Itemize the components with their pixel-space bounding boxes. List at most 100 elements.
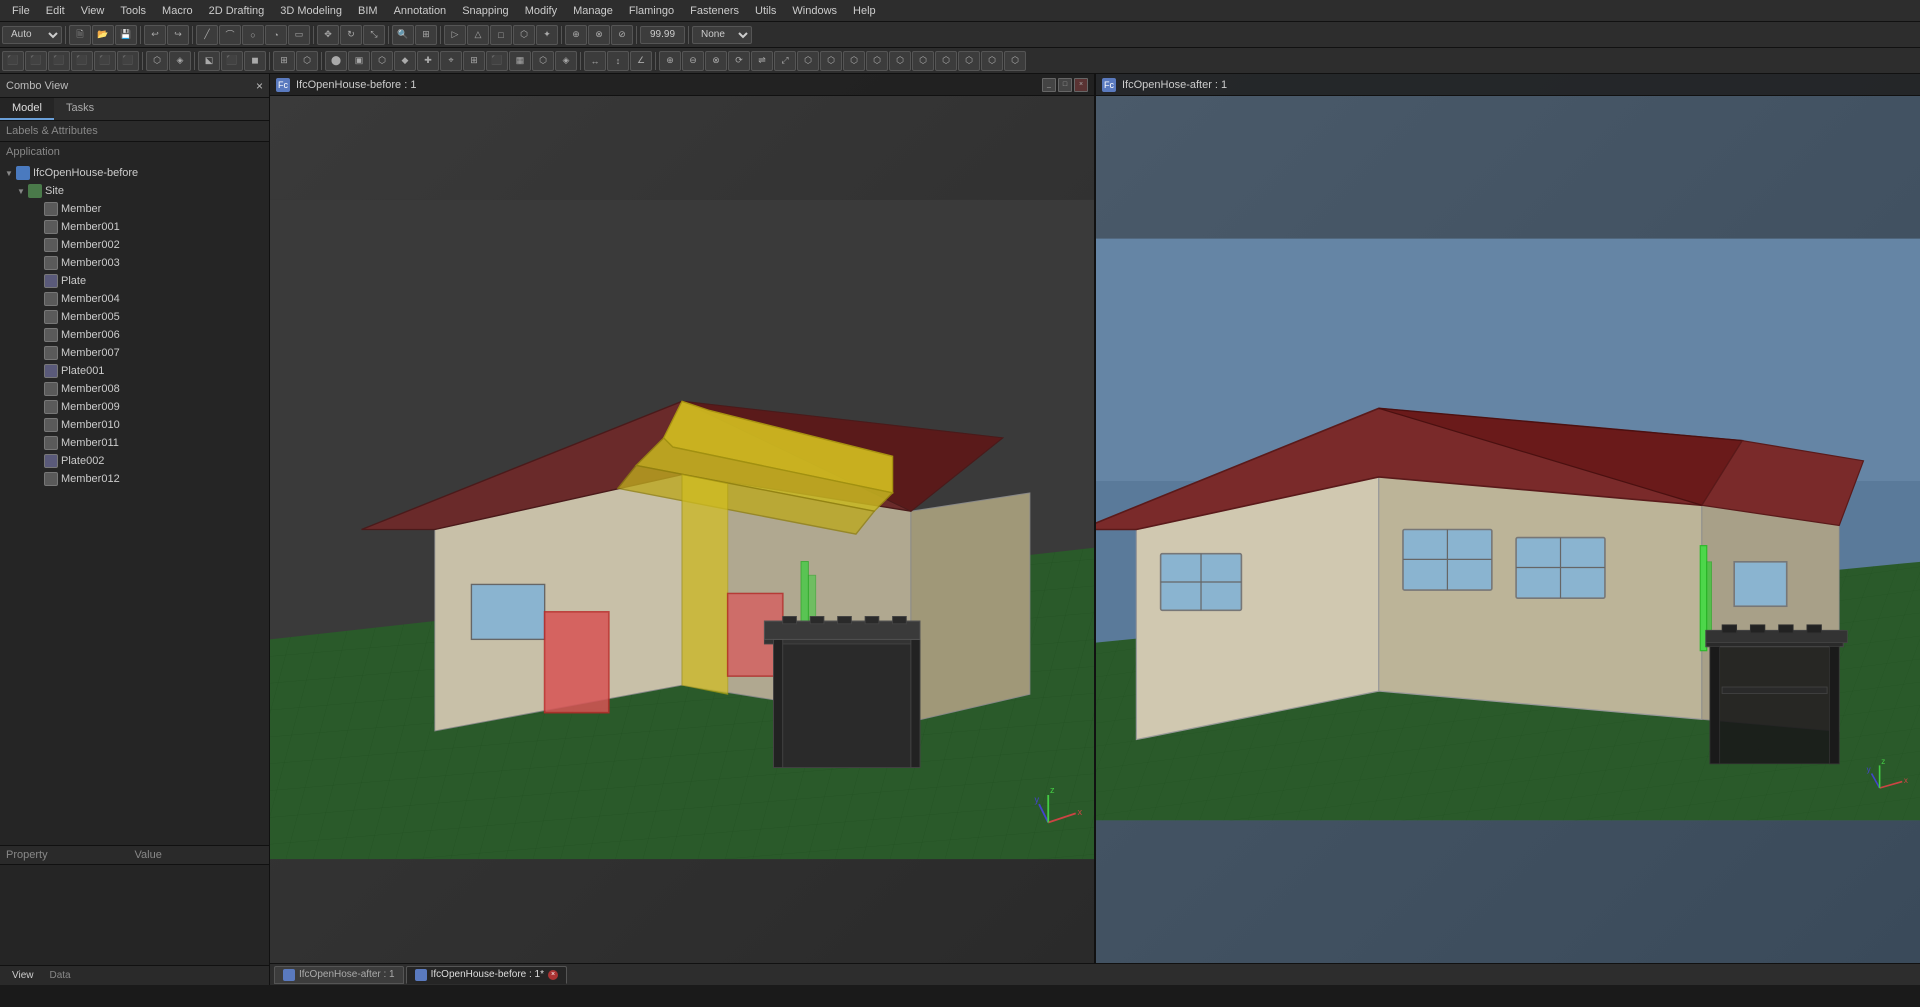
tree-plate002[interactable]: Plate002 [0,452,269,470]
viewport-left-close[interactable]: × [1074,78,1088,92]
select-all[interactable]: ⬡ [296,51,318,71]
view-tab[interactable]: View [4,968,42,983]
menu-manage[interactable]: Manage [565,3,621,19]
tab-close-before[interactable]: × [548,970,558,980]
tree-member009[interactable]: Member009 [0,398,269,416]
draw-btn1[interactable]: ⬤ [325,51,347,71]
tree-member007[interactable]: Member007 [0,344,269,362]
scale-btn[interactable]: ⤡ [363,25,385,45]
view-top[interactable]: ⬛ [48,51,70,71]
snap3[interactable]: ⊘ [611,25,633,45]
menu-bim[interactable]: BIM [350,3,386,19]
menu-3dmodeling[interactable]: 3D Modeling [272,3,350,19]
iso-view[interactable]: ⬡ [146,51,168,71]
draw-btn8[interactable]: ⬛ [486,51,508,71]
mod2[interactable]: ⊖ [682,51,704,71]
mod10[interactable]: ⬡ [866,51,888,71]
tool5[interactable]: ✦ [536,25,558,45]
tree-member[interactable]: Member [0,200,269,218]
tree-plate001[interactable]: Plate001 [0,362,269,380]
viewport-right[interactable]: Fc IfcOpenHose-after : 1 [1096,74,1920,963]
redo-btn[interactable]: ↪ [167,25,189,45]
zoom-btn[interactable]: 🔍 [392,25,414,45]
mod13[interactable]: ⬡ [935,51,957,71]
tree-member003[interactable]: Member003 [0,254,269,272]
view-right[interactable]: ⬛ [117,51,139,71]
draw-btn2[interactable]: ▣ [348,51,370,71]
save-btn[interactable]: 💾 [115,25,137,45]
house-left-scene[interactable]: x y z [270,96,1094,963]
draw-btn4[interactable]: ◆ [394,51,416,71]
tree-plate[interactable]: Plate [0,272,269,290]
menu-file[interactable]: File [4,3,38,19]
menu-macro[interactable]: Macro [154,3,201,19]
menu-fasteners[interactable]: Fasteners [682,3,747,19]
view-back[interactable]: ⬛ [25,51,47,71]
workbench-selector[interactable]: Auto [2,26,62,44]
mod5[interactable]: ⇌ [751,51,773,71]
view-bottom[interactable]: ⬛ [71,51,93,71]
tool2[interactable]: △ [467,25,489,45]
open-btn[interactable]: 📂 [92,25,114,45]
tree-member010[interactable]: Member010 [0,416,269,434]
tab-ifc-before[interactable]: IfcOpenHouse-before : 1* × [406,966,567,984]
measure2[interactable]: ↕ [607,51,629,71]
mod3[interactable]: ⊗ [705,51,727,71]
mod4[interactable]: ⟳ [728,51,750,71]
zoom-value[interactable] [640,26,685,44]
menu-edit[interactable]: Edit [38,3,73,19]
menu-2ddrafting[interactable]: 2D Drafting [201,3,273,19]
zoom-all[interactable]: ⊞ [273,51,295,71]
snap2[interactable]: ⊗ [588,25,610,45]
draw-btn7[interactable]: ⊞ [463,51,485,71]
menu-tools[interactable]: Tools [112,3,154,19]
draw-btn11[interactable]: ◈ [555,51,577,71]
draw-btn9[interactable]: ▦ [509,51,531,71]
mod14[interactable]: ⬡ [958,51,980,71]
polyline-btn[interactable]: ⌒ [219,25,241,45]
mod6[interactable]: ⤢ [774,51,796,71]
tree-member011[interactable]: Member011 [0,434,269,452]
tab-model[interactable]: Model [0,98,54,120]
rect-btn[interactable]: ▭ [288,25,310,45]
new-btn[interactable]: 🗎 [69,25,91,45]
menu-help[interactable]: Help [845,3,884,19]
tree-member006[interactable]: Member006 [0,326,269,344]
menu-flamingo[interactable]: Flamingo [621,3,682,19]
draw-btn3[interactable]: ⬡ [371,51,393,71]
mod1[interactable]: ⊕ [659,51,681,71]
move-btn[interactable]: ✥ [317,25,339,45]
view-front[interactable]: ⬛ [2,51,24,71]
snap1[interactable]: ⊕ [565,25,587,45]
tool1[interactable]: ▷ [444,25,466,45]
mod16[interactable]: ⬡ [1004,51,1026,71]
circle-btn[interactable]: ○ [242,25,264,45]
tree-site[interactable]: ▼ Site [0,182,269,200]
persp-view[interactable]: ◈ [169,51,191,71]
tree-member002[interactable]: Member002 [0,236,269,254]
data-tab[interactable]: Data [42,968,79,983]
snap-dropdown[interactable]: None [692,26,752,44]
tree-member008[interactable]: Member008 [0,380,269,398]
combo-view-close[interactable]: × [256,79,263,93]
mod7[interactable]: ⬡ [797,51,819,71]
expand-root[interactable]: ▼ [2,169,16,178]
line-btn[interactable]: ╱ [196,25,218,45]
mod12[interactable]: ⬡ [912,51,934,71]
zoom-fit-btn[interactable]: ⊞ [415,25,437,45]
rotate-btn[interactable]: ↻ [340,25,362,45]
tree-member004[interactable]: Member004 [0,290,269,308]
mod9[interactable]: ⬡ [843,51,865,71]
tree-view[interactable]: ▼ IfcOpenHouse-before ▼ Site Member Memb… [0,162,269,845]
solid-view[interactable]: ⬛ [221,51,243,71]
viewport-left-max[interactable]: □ [1058,78,1072,92]
undo-btn[interactable]: ↩ [144,25,166,45]
tree-root[interactable]: ▼ IfcOpenHouse-before [0,164,269,182]
arc-btn[interactable]: ◔ [265,25,287,45]
mod15[interactable]: ⬡ [981,51,1003,71]
viewport-left[interactable]: Fc IfcOpenHouse-before : 1 _ □ × [270,74,1096,963]
measure3[interactable]: ∠ [630,51,652,71]
shaded-view[interactable]: ◼ [244,51,266,71]
tool3[interactable]: □ [490,25,512,45]
wire-view[interactable]: ⬕ [198,51,220,71]
